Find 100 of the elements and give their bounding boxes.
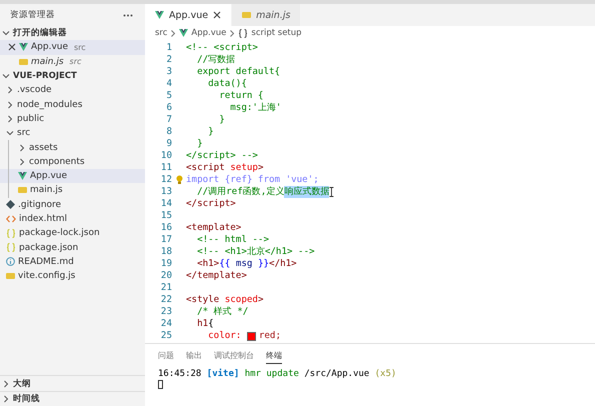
file-name: App.vue xyxy=(31,42,68,52)
line-number: 5 xyxy=(165,90,172,102)
line-number: 12 xyxy=(160,174,172,186)
line-number: 7 xyxy=(165,114,172,126)
code-line: <style scoped> xyxy=(186,294,264,306)
line-number: 23 xyxy=(160,306,172,318)
section-header[interactable]: VUE-PROJECT xyxy=(0,68,145,84)
close-icon[interactable] xyxy=(213,11,222,19)
code-line: export default{ xyxy=(196,66,280,78)
line-number: 14 xyxy=(160,198,172,210)
code-line: </template> xyxy=(186,270,247,282)
code-line: data(){ xyxy=(207,78,247,90)
tree-item[interactable]: src xyxy=(0,126,145,140)
tree-item[interactable]: package-lock.json xyxy=(0,226,145,240)
angle-brackets-icon xyxy=(6,215,16,223)
curly-braces-icon xyxy=(6,228,16,238)
code-line: <script setup> xyxy=(186,162,264,174)
section-header[interactable]: 打开的编辑器 xyxy=(0,26,145,40)
code-line: <template> xyxy=(186,222,242,234)
vue-icon xyxy=(155,11,164,19)
code-line: } xyxy=(196,138,203,150)
tree-item[interactable]: public xyxy=(0,112,145,126)
tree-item[interactable]: vite.config.js xyxy=(0,269,145,284)
code-line: /* 样式 */ xyxy=(196,306,248,318)
line-number: 21 xyxy=(160,282,172,294)
line-number: 8 xyxy=(165,126,172,138)
vue-icon xyxy=(19,43,28,52)
code-line: </script> xyxy=(186,198,236,210)
line-number: 25 xyxy=(160,330,172,342)
panel-tab[interactable]: 终端 xyxy=(266,344,282,364)
line-number: 2 xyxy=(165,54,172,66)
line-number: 10 xyxy=(160,150,172,162)
breadcrumb-item[interactable]: App.vue xyxy=(191,28,226,38)
code-line: color: red; xyxy=(207,330,281,342)
line-number: 19 xyxy=(160,258,172,270)
code-line: <!-- <script> xyxy=(186,42,258,54)
code-line: <h1>{{ msg }}</h1> xyxy=(196,258,297,270)
breadcrumb-item[interactable]: src xyxy=(155,28,168,38)
line-number: 24 xyxy=(160,318,172,330)
file-folder-label: src xyxy=(74,42,86,52)
js-file-icon xyxy=(242,12,252,18)
file-folder-label: src xyxy=(70,57,82,66)
vue-icon xyxy=(179,29,188,37)
section-header[interactable]: 大纲 xyxy=(0,376,145,391)
chevron-down-icon xyxy=(2,72,10,80)
explorer-title: 资源管理器 xyxy=(10,9,55,21)
curly-braces-icon xyxy=(238,28,248,38)
code-line: <!-- <h1>北京</h1> --> xyxy=(196,246,315,258)
tree-item[interactable]: App.vue xyxy=(0,168,145,184)
code-line: //调用ref函数,定义响应式数据 xyxy=(196,186,330,198)
code-line: <!-- html --> xyxy=(196,234,269,246)
tree-item[interactable]: package.json xyxy=(0,240,145,255)
js-file-icon xyxy=(18,187,27,194)
chevron-right-icon xyxy=(170,30,176,36)
code-line: return { xyxy=(218,90,264,102)
line-number: 9 xyxy=(165,138,172,150)
chevron-down-icon xyxy=(2,29,10,38)
diamond-icon xyxy=(6,200,15,210)
code-line: msg:'上海' xyxy=(229,102,282,114)
info-icon xyxy=(6,257,15,266)
tree-item[interactable]: index.html xyxy=(0,212,145,226)
open-editor-item[interactable]: main.js src xyxy=(0,54,145,69)
line-number: 16 xyxy=(160,222,172,234)
code-line: } xyxy=(207,126,214,138)
js-file-icon xyxy=(6,273,15,280)
close-icon[interactable] xyxy=(8,43,16,52)
line-number: 11 xyxy=(160,162,172,174)
curly-braces-icon xyxy=(6,243,16,252)
line-number: 18 xyxy=(160,246,172,258)
open-editor-item[interactable]: App.vue src xyxy=(0,40,145,55)
code-line: //写数据 xyxy=(196,54,236,66)
chevron-right-icon xyxy=(229,30,236,36)
vue-icon xyxy=(18,172,27,180)
section-header[interactable]: 时间线 xyxy=(0,390,145,406)
breadcrumb-item[interactable]: script setup xyxy=(251,28,302,38)
tree-item[interactable]: README.md xyxy=(0,254,145,270)
tree-item[interactable]: .gitignore xyxy=(0,198,145,212)
line-number: 13 xyxy=(160,186,172,198)
panel-tab[interactable]: 调试控制台 xyxy=(214,344,254,364)
js-file-icon xyxy=(19,58,28,65)
editor-tab[interactable]: main.js xyxy=(232,4,302,26)
line-number: 6 xyxy=(165,102,172,114)
tree-item[interactable]: node_modules xyxy=(0,97,145,112)
tree-item[interactable]: .vscode xyxy=(0,83,145,98)
code-line: } xyxy=(218,114,225,126)
line-number: 20 xyxy=(160,270,172,282)
lightbulb-icon[interactable] xyxy=(176,175,182,185)
panel-tab[interactable]: 输出 xyxy=(186,344,202,364)
panel-tab[interactable]: 问题 xyxy=(158,344,174,364)
code-line: h1{ xyxy=(196,318,214,330)
line-number: 17 xyxy=(160,234,172,246)
line-number: 15 xyxy=(160,210,172,222)
chevron-down-icon xyxy=(6,129,14,138)
code-line: import {ref} from 'vue'; xyxy=(186,174,319,186)
code-line: </script> --> xyxy=(186,150,258,162)
line-number: 1 xyxy=(165,42,172,54)
line-number: 22 xyxy=(160,294,172,306)
file-name: main.js xyxy=(31,56,64,67)
more-icon[interactable] xyxy=(123,14,133,16)
editor-tab[interactable]: App.vue xyxy=(145,4,232,26)
